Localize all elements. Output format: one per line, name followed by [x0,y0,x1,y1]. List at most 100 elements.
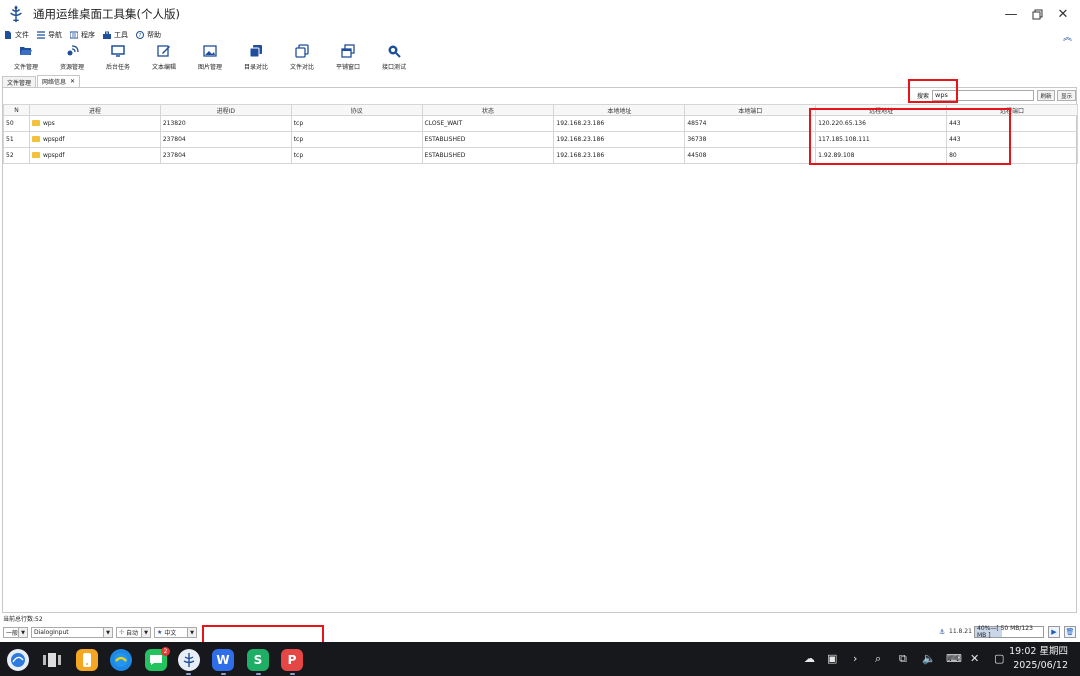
menu-help-label: 帮助 [147,31,161,39]
tab-file-manager[interactable]: 文件管理 [2,76,37,87]
tool-resource-manager[interactable]: 资源管理 [49,42,95,71]
volume-icon[interactable]: 🔈 [922,652,936,665]
col-header[interactable]: 进程ID [159,104,292,116]
tool-file-manager-label: 文件管理 [13,64,38,71]
tab-bar: 文件管理 网络信息 ✕ [2,75,81,87]
svg-text:?: ? [139,33,142,39]
tool-tile-windows[interactable]: 平铺窗口 [325,42,371,71]
trash-button[interactable]: 🗑 [1064,626,1076,638]
col-header[interactable]: 远程地址 [815,104,948,116]
start-menu-icon[interactable] [7,649,29,671]
file-icon [5,31,11,39]
search-icon[interactable]: ⌕ [875,652,881,666]
cell-state: ESTABLISHED [421,147,555,164]
notification-badge: 2 [161,647,170,656]
folder-icon [31,151,40,158]
cell-remote-addr: 1.92.89.108 [815,147,948,164]
col-header[interactable]: 状态 [421,104,555,116]
multitask-view-icon[interactable] [41,649,63,671]
menu-bar: 文件 导航 程序 工具 ? 帮助 [0,28,1080,42]
font-select[interactable]: DialogInput ▼ [31,627,113,638]
cell-state: CLOSE_WAIT [421,115,555,132]
col-header[interactable]: 协议 [290,104,423,116]
search-input[interactable]: wps [932,90,1034,101]
chevron-down-icon: ▼ [103,628,112,637]
bottom-bar: 一般 ▼ DialogInput ▼ ✣ 自动 ▼ ★ 中文 ▼ ⚓ 11.8.… [0,625,1080,641]
star-icon: ★ [157,629,163,636]
search-zoom-icon [388,45,401,58]
wps-writer-letter: W [216,653,230,667]
col-header[interactable]: 进程 [28,104,161,116]
menu-tools-label: 工具 [114,31,128,39]
notification-icon[interactable]: ▢ [994,652,1004,665]
cell-local-port: 44508 [684,147,817,164]
launcher-app-icon[interactable] [76,649,98,671]
show-button[interactable]: 显示 [1057,90,1076,101]
wps-writer-app-icon[interactable]: W [212,649,234,671]
tool-file-compare[interactable]: 文件对比 [279,42,325,71]
chat-glyph [150,655,162,665]
keyboard-layout-icon[interactable]: ⌨ [946,652,962,665]
cell-local-port: 48574 [684,115,817,132]
tool-dir-compare[interactable]: 目录对比 [233,42,279,71]
level-select[interactable]: 一般 ▼ [3,627,28,638]
cell-state: ESTABLISHED [421,131,555,148]
list-icon [37,31,45,39]
encoding-select[interactable]: ✣ 自动 ▼ [116,627,151,638]
toolbox-icon [103,31,111,39]
col-header[interactable]: 本地端口 [684,104,817,116]
cell-pid: 213820 [159,115,292,132]
play-button[interactable]: ▶ [1048,626,1060,638]
table-row[interactable]: 52 wpspdf 237804 tcp ESTABLISHED 192.168… [3,147,1078,164]
ops-toolkit-app-icon[interactable] [178,649,200,671]
menu-help[interactable]: ? 帮助 [136,30,161,40]
cell-local-port: 36738 [684,131,817,148]
refresh-button[interactable]: 刷新 [1037,90,1055,101]
screen-cast-icon[interactable]: ⧉ [899,652,907,666]
menu-program[interactable]: 程序 [70,30,95,40]
memory-usage-text: 40%—[ 50 MB/123 MB ] [977,625,1033,639]
tool-api-test[interactable]: 接口测试 [371,42,417,71]
menu-file[interactable]: 文件 [4,30,29,40]
menu-nav[interactable]: 导航 [37,30,62,40]
title-bar: 通用运维桌面工具集(个人版) — ✕ [0,0,1080,28]
wps-sheet-app-icon[interactable]: S [247,649,269,671]
table-row[interactable]: 51 wpspdf 237804 tcp ESTABLISHED 192.168… [3,131,1078,148]
search-label: 搜索 [917,93,930,100]
cloud-icon[interactable]: ☁ [804,652,815,665]
col-header[interactable]: 远程端口 [946,104,1078,116]
col-header[interactable]: N [3,104,30,116]
wps-sheet-letter: S [253,653,263,667]
minimize-button[interactable]: — [1000,4,1022,24]
process-name: wpspdf [42,136,65,143]
tool-background-tasks-label: 后台任务 [105,64,130,71]
tab-close-icon[interactable]: ✕ [70,78,75,85]
file-compare-icon [295,44,309,58]
chevron-right-icon[interactable]: › [853,652,857,665]
folder-icon [31,119,40,126]
clipboard-icon[interactable]: ▣ [827,652,837,665]
network-disabled-icon[interactable]: ✕ [970,652,979,665]
restore-button[interactable] [1026,4,1048,24]
tool-text-editor[interactable]: 文本编辑 [141,42,187,71]
cell-n: 51 [3,131,30,148]
browser-app-icon[interactable] [110,649,132,671]
clock[interactable]: 19:02 星期四 2025/06/12 [1009,645,1068,673]
app-logo-icon [10,5,22,23]
table-row[interactable]: 50 wps 213820 tcp CLOSE_WAIT 192.168.23.… [3,115,1078,132]
tool-background-tasks[interactable]: 后台任务 [95,42,141,71]
wps-pdf-app-icon[interactable]: P [281,649,303,671]
app-window: 通用运维桌面工具集(个人版) — ✕ 文件 导航 程序 工具 ? 帮助 ︽ 文件… [0,0,1080,676]
menu-tools[interactable]: 工具 [103,30,128,40]
tool-image-manager[interactable]: 图片管理 [187,42,233,71]
cell-process: wpspdf [28,147,161,164]
tool-resource-manager-label: 资源管理 [59,64,84,71]
monitor-icon [111,45,125,57]
close-button[interactable]: ✕ [1052,4,1074,24]
font-select-value: DialogInput [34,629,69,636]
tab-network-info[interactable]: 网络信息 ✕ [37,75,81,87]
col-header[interactable]: 本地地址 [553,104,686,116]
language-select[interactable]: ★ 中文 ▼ [154,627,197,638]
copy-icon [249,45,262,58]
tool-file-manager[interactable]: 文件管理 [3,42,49,71]
